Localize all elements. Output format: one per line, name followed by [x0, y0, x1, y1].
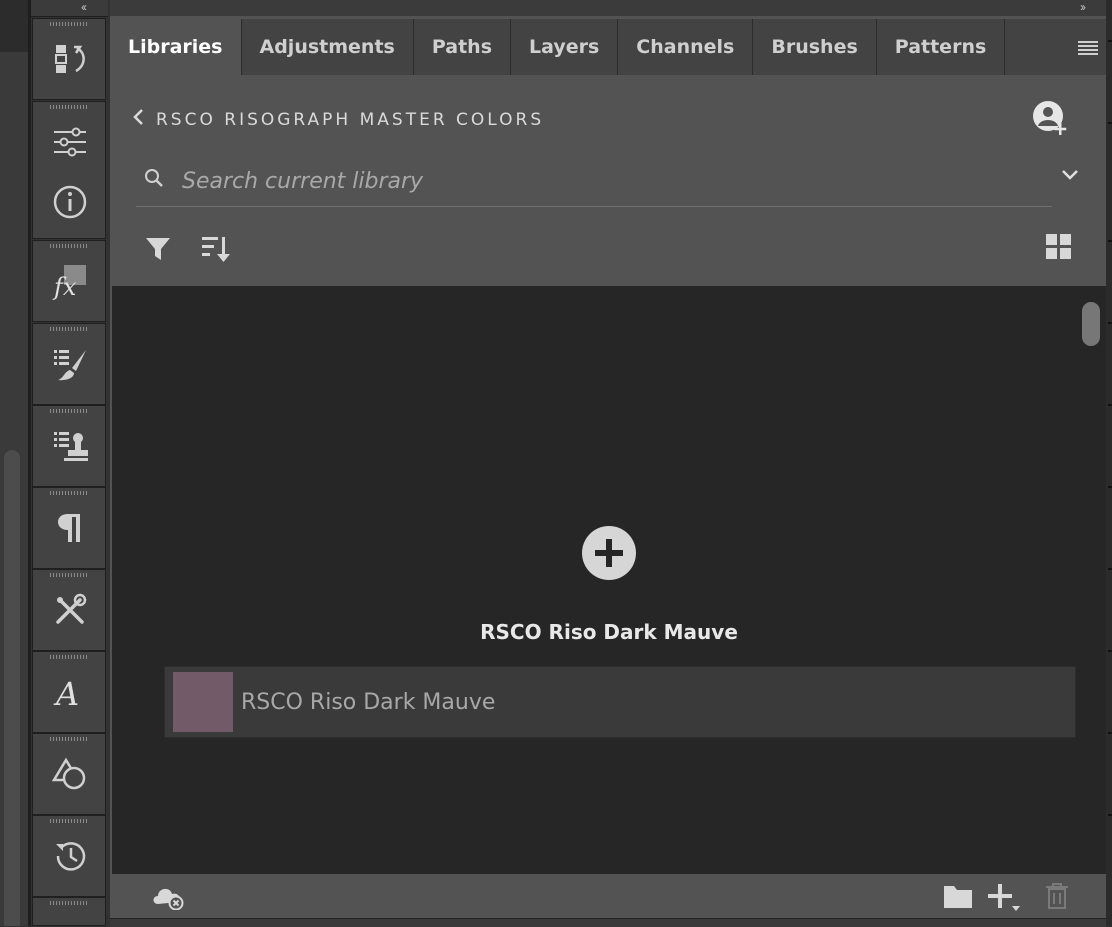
sort-icon[interactable]: [200, 234, 234, 269]
icon-dock: ‹‹ fx A: [31, 0, 108, 926]
brush-settings-icon[interactable]: [33, 334, 107, 394]
tab-adjustments[interactable]: Adjustments: [242, 19, 414, 75]
search-bar: [136, 156, 1052, 207]
clone-source-icon[interactable]: [33, 416, 107, 476]
ruler-tick: [1108, 650, 1112, 652]
glyphs-icon[interactable]: A: [33, 662, 107, 722]
ruler-tick: [1108, 814, 1112, 816]
drag-grip[interactable]: [33, 488, 105, 498]
grid-view-icon[interactable]: [1046, 234, 1072, 265]
folder-icon[interactable]: [942, 882, 974, 915]
right-edge: [1106, 0, 1112, 926]
history-icon[interactable]: [33, 826, 107, 886]
dock-group-tools: [32, 569, 106, 651]
ruler-tick: [1108, 404, 1112, 406]
tab-libraries[interactable]: Libraries: [110, 19, 242, 75]
tab-bar: Libraries Adjustments Paths Layers Chann…: [110, 19, 1106, 75]
add-content-icon[interactable]: [986, 882, 1022, 917]
list-item[interactable]: RSCO Riso Dark Mauve: [164, 666, 1076, 738]
ruler-tick: [1108, 40, 1112, 42]
drag-grip[interactable]: [33, 734, 105, 744]
search-icon: [144, 168, 166, 195]
library-content: RSCO Riso Dark Mauve RSCO Riso Dark Mauv…: [112, 286, 1106, 874]
drag-grip[interactable]: [33, 898, 105, 908]
filter-icon[interactable]: [144, 234, 172, 267]
libraries-panel: Libraries Adjustments Paths Layers Chann…: [110, 16, 1106, 927]
collapse-dock-button[interactable]: ‹‹: [81, 0, 87, 14]
ruler-tick: [1108, 568, 1112, 570]
add-element-button[interactable]: [582, 526, 636, 580]
dock-group-partial: [32, 897, 106, 926]
ruler-tick: [1108, 122, 1112, 124]
color-swatch: [173, 672, 233, 732]
ruler-tick: [1108, 322, 1112, 324]
drag-grip[interactable]: [33, 241, 105, 251]
dock-header: ‹‹: [31, 0, 108, 17]
search-input[interactable]: [180, 167, 1024, 195]
dock-group-history-brush: [32, 18, 106, 100]
dock-group-shapes: [32, 733, 106, 815]
cloud-offline-icon[interactable]: [150, 882, 186, 915]
shapes-icon[interactable]: [33, 744, 107, 804]
trash-icon[interactable]: [1044, 882, 1070, 915]
info-icon[interactable]: [33, 172, 107, 232]
drag-grip[interactable]: [33, 816, 105, 826]
tab-channels[interactable]: Channels: [618, 19, 754, 75]
dock-group-brush: [32, 323, 106, 405]
library-name: RSCO RISOGRAPH MASTER COLORS: [156, 109, 545, 130]
svg-text:A: A: [53, 675, 79, 712]
panel-menu-icon[interactable]: [1078, 41, 1098, 60]
panel-header: ››: [110, 0, 1106, 17]
ruler-tick: [1108, 732, 1112, 734]
add-user-icon[interactable]: [1032, 100, 1070, 141]
dock-group-history: [32, 815, 106, 897]
section-title: RSCO Riso Dark Mauve: [480, 620, 738, 644]
tab-paths[interactable]: Paths: [414, 19, 511, 75]
history-brush-icon[interactable]: [33, 29, 107, 89]
canvas-edge-top: [0, 0, 28, 52]
tab-layers[interactable]: Layers: [511, 19, 619, 75]
fx-styles-icon[interactable]: fx: [33, 251, 107, 311]
ruler-tick: [1108, 486, 1112, 488]
scrollbar-thumb[interactable]: [1082, 302, 1100, 346]
drag-grip[interactable]: [33, 19, 105, 29]
drag-grip[interactable]: [33, 406, 105, 416]
drag-grip[interactable]: [33, 652, 105, 662]
color-name: RSCO Riso Dark Mauve: [241, 689, 496, 715]
dock-group-paragraph: [32, 487, 106, 569]
drag-grip[interactable]: [33, 570, 105, 580]
drag-grip[interactable]: [33, 324, 105, 334]
breadcrumb[interactable]: RSCO RISOGRAPH MASTER COLORS: [132, 108, 544, 131]
tab-brushes[interactable]: Brushes: [753, 19, 877, 75]
panel-footer: [110, 874, 1106, 918]
paragraph-icon[interactable]: [33, 498, 107, 558]
tab-patterns[interactable]: Patterns: [877, 19, 1006, 75]
canvas-edge: [0, 0, 28, 926]
dock-group-glyphs: A: [32, 651, 106, 733]
chevron-down-icon[interactable]: [1060, 168, 1080, 187]
tool-presets-icon[interactable]: [33, 580, 107, 640]
ruler-tick: [1108, 240, 1112, 242]
drag-grip[interactable]: [33, 102, 105, 112]
svg-text:fx: fx: [52, 273, 77, 301]
canvas-scrollbar[interactable]: [4, 450, 20, 926]
collapse-panel-button[interactable]: ››: [1080, 0, 1086, 14]
adjustment-sliders-icon[interactable]: [33, 112, 107, 172]
chevron-left-icon[interactable]: [132, 108, 144, 131]
dock-group-adjust-info: [32, 101, 106, 239]
dock-group-styles: fx: [32, 240, 106, 322]
dock-group-clone: [32, 405, 106, 487]
